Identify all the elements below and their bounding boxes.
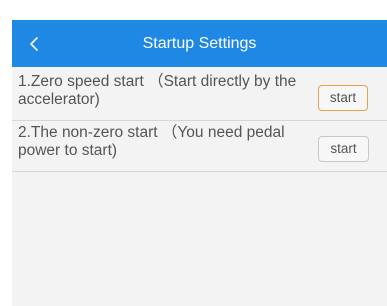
- option-zero-speed-start: 1.Zero speed start （Start directly by th…: [12, 73, 387, 121]
- option-label: 1.Zero speed start （Start directly by th…: [18, 73, 297, 108]
- header-bar: Startup Settings: [12, 20, 387, 67]
- startup-settings-screen: Startup Settings 1.Zero speed start （Sta…: [12, 20, 387, 306]
- option-label: 2.The non-zero start （You need pedal pow…: [18, 124, 285, 159]
- page-title: Startup Settings: [142, 35, 257, 52]
- non-zero-start-button[interactable]: start: [318, 136, 369, 162]
- option-non-zero-start: 2.The non-zero start （You need pedal pow…: [12, 124, 387, 172]
- chevron-left-icon: [30, 37, 38, 51]
- back-button[interactable]: [22, 31, 48, 57]
- top-margin: [0, 0, 387, 20]
- zero-speed-start-button[interactable]: start: [318, 85, 368, 111]
